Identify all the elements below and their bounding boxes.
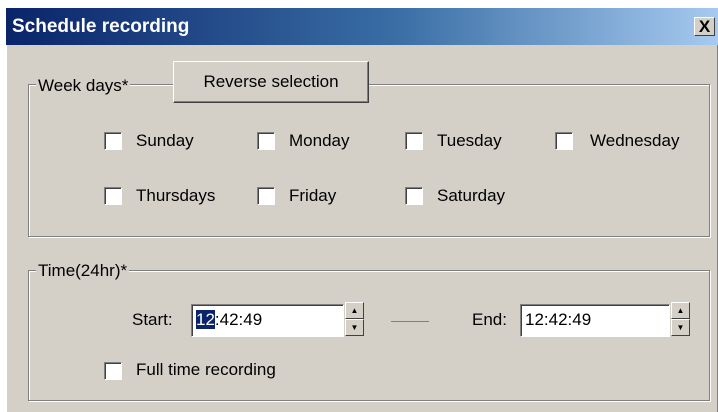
label-sunday[interactable]: Sunday — [136, 131, 194, 151]
checkbox-sunday[interactable] — [104, 132, 122, 150]
label-friday[interactable]: Friday — [289, 186, 336, 206]
start-time-input[interactable]: 12:42:49 — [191, 304, 344, 337]
end-spin-up[interactable]: ▲ — [671, 302, 690, 319]
arrow-down-icon: ▼ — [350, 323, 359, 332]
start-label: Start: — [132, 310, 173, 329]
close-button[interactable]: X — [694, 17, 715, 36]
checkbox-monday[interactable] — [257, 132, 275, 150]
reverse-selection-button[interactable]: Reverse selection — [173, 61, 369, 103]
label-full-time-recording[interactable]: Full time recording — [136, 360, 276, 380]
checkbox-thursday[interactable] — [104, 187, 122, 205]
reverse-selection-label: Reverse selection — [203, 72, 339, 91]
label-monday[interactable]: Monday — [289, 131, 349, 151]
checkbox-tuesday[interactable] — [405, 132, 423, 150]
week-days-group — [28, 84, 710, 237]
arrow-down-icon: ▼ — [676, 323, 685, 332]
checkbox-full-time-recording[interactable] — [104, 362, 122, 380]
arrow-up-icon: ▲ — [676, 306, 685, 315]
time-legend: Time(24hr)* — [36, 261, 130, 281]
arrow-up-icon: ▲ — [350, 306, 359, 315]
checkbox-saturday[interactable] — [405, 187, 423, 205]
label-tuesday[interactable]: Tuesday — [437, 131, 502, 151]
start-time-rest: :42:49 — [214, 310, 263, 329]
end-time-input[interactable]: 12:42:49 — [520, 304, 670, 337]
start-spin-up[interactable]: ▲ — [345, 302, 364, 319]
label-thursday[interactable]: Thursdays — [136, 186, 215, 206]
label-wednesday[interactable]: Wednesday — [590, 131, 679, 151]
time-range-separator — [391, 321, 429, 322]
end-spin-down[interactable]: ▼ — [671, 319, 690, 336]
week-days-legend: Week days* — [36, 76, 131, 96]
dialog-title: Schedule recording — [12, 16, 190, 37]
checkbox-friday[interactable] — [257, 187, 275, 205]
close-icon: X — [698, 17, 711, 36]
end-time-value: 12:42:49 — [525, 310, 592, 329]
end-label: End: — [472, 310, 507, 329]
schedule-recording-dialog: Schedule recording X Week days* Reverse … — [6, 8, 718, 412]
label-saturday[interactable]: Saturday — [437, 186, 505, 206]
title-bar[interactable]: Schedule recording X — [6, 8, 718, 45]
start-spin-down[interactable]: ▼ — [345, 319, 364, 336]
start-hour-selected: 12 — [196, 310, 215, 329]
checkbox-wednesday[interactable] — [555, 132, 573, 150]
